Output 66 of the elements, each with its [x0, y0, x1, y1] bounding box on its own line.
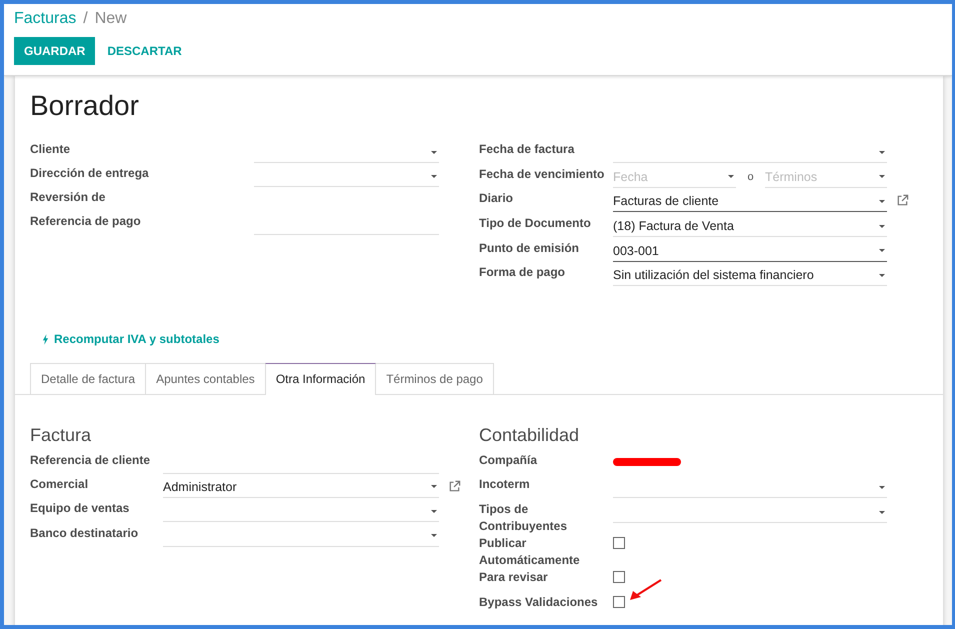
- caret-icon: [879, 150, 885, 154]
- field-value: Sin utilización del sistema financiero: [613, 268, 814, 282]
- field-label: Dirección de entrega: [30, 165, 150, 182]
- field-label: Compañía: [479, 452, 538, 469]
- section-title: Contabilidad: [479, 424, 580, 446]
- field-label: Punto de emisión: [479, 240, 580, 257]
- caret-icon: [879, 224, 885, 228]
- field-label: Para revisar: [479, 569, 549, 586]
- field-label: Banco destinatario: [30, 524, 140, 542]
- input-field[interactable]: 003-001: [613, 240, 887, 262]
- save-button[interactable]: GUARDAR: [14, 37, 96, 65]
- field-label: Cliente: [30, 141, 72, 158]
- tab[interactable]: Detalle de factura: [30, 362, 146, 394]
- field-value: Facturas de cliente: [613, 194, 719, 208]
- field-placeholder: Términos: [765, 170, 818, 184]
- section-title: Factura: [30, 424, 92, 446]
- discard-button[interactable]: DESCARTAR: [97, 37, 192, 65]
- caret-icon: [879, 249, 885, 252]
- caret-icon: [879, 175, 885, 178]
- caret-icon: [728, 175, 734, 178]
- input-field[interactable]: Facturas de cliente: [613, 191, 887, 212]
- field-label: Fecha de vencimiento: [479, 166, 606, 183]
- recompute-link[interactable]: Recomputar IVA y subtotales: [42, 332, 220, 346]
- field-label: Referencia de pago: [30, 213, 142, 230]
- field-value: Administrator: [163, 480, 237, 494]
- caret-icon: [431, 174, 437, 178]
- field-label: Diario: [479, 190, 514, 208]
- breadcrumb-link[interactable]: Facturas: [14, 10, 76, 28]
- checkbox[interactable]: [613, 537, 625, 549]
- field-label: Publicar Automáticamente: [479, 535, 581, 569]
- redaction-mark: [613, 458, 681, 466]
- caret-icon: [879, 200, 885, 203]
- external-link-icon[interactable]: [448, 480, 461, 493]
- input-field[interactable]: Sin utilización del sistema financiero: [613, 265, 887, 286]
- caret-icon: [879, 510, 885, 514]
- caret-icon: [431, 534, 437, 538]
- checkbox[interactable]: [613, 596, 625, 608]
- field-label: Incoterm: [479, 476, 531, 494]
- field-label: Tipo de Documento: [479, 215, 592, 232]
- field-label: Tipos de Contribuyentes: [479, 501, 568, 535]
- record-title: Borrador: [30, 90, 140, 122]
- checkbox[interactable]: [613, 571, 625, 583]
- field-label: Equipo de ventas: [30, 500, 130, 518]
- input-field[interactable]: (18) Factura de Venta: [613, 216, 887, 238]
- caret-icon: [431, 485, 437, 488]
- field-label: Comercial: [30, 476, 90, 493]
- field-value: (18) Factura de Venta: [613, 219, 734, 234]
- caret-icon: [879, 486, 885, 489]
- tab[interactable]: Otra Información: [264, 362, 376, 395]
- tab[interactable]: Términos de pago: [375, 362, 494, 394]
- external-link-icon[interactable]: [896, 194, 909, 208]
- field-label: Referencia de cliente: [30, 452, 152, 469]
- field-label: Forma de pago: [479, 264, 566, 282]
- input-field[interactable]: Administrator: [163, 476, 439, 498]
- separator-text: o: [746, 170, 755, 183]
- field-value: 003-001: [613, 244, 659, 258]
- lightning-icon: [42, 334, 49, 345]
- caret-icon: [879, 274, 885, 277]
- field-label: Bypass Validaciones: [479, 594, 599, 611]
- caret-icon: [431, 510, 437, 513]
- breadcrumb-separator: /: [83, 10, 88, 28]
- caret-icon: [431, 150, 437, 154]
- field-placeholder: Fecha: [613, 170, 648, 184]
- field-label: Reversión de: [30, 189, 106, 206]
- field-label: Fecha de factura: [479, 141, 576, 158]
- breadcrumb-current: New: [94, 10, 127, 28]
